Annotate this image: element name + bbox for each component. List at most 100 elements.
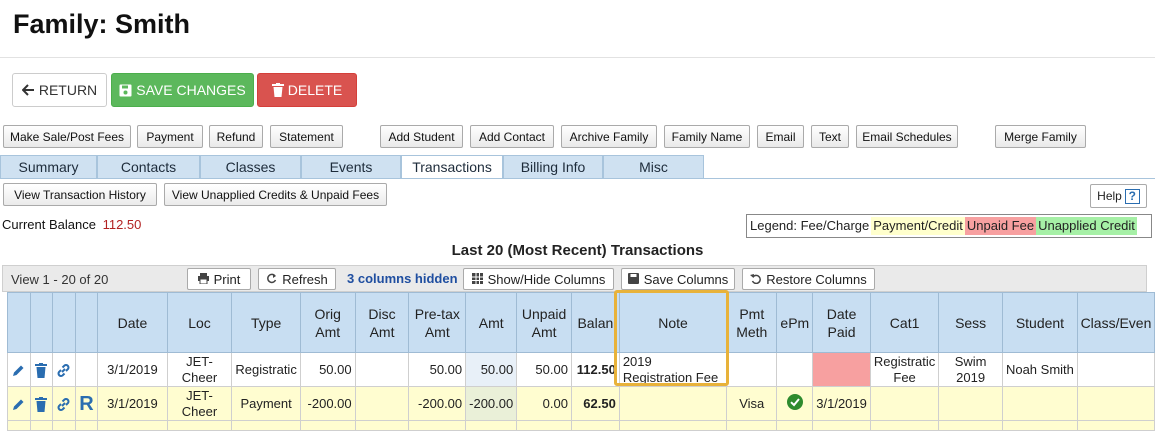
save-columns-button[interactable]: Save Columns xyxy=(621,268,735,290)
legend-unpaid: Unpaid Fee xyxy=(964,217,1037,235)
trash-icon[interactable] xyxy=(29,386,54,421)
arrow-left-icon xyxy=(21,84,35,96)
cell-epm xyxy=(776,352,814,387)
col-header-type[interactable]: Type xyxy=(231,292,301,353)
cell-loc: JET-Cheer xyxy=(166,386,233,421)
tab-misc[interactable]: Misc xyxy=(603,155,704,179)
legend: Legend: Fee/Charge Payment/Credit Unpaid… xyxy=(746,214,1152,238)
current-balance-value: 112.50 xyxy=(102,217,142,232)
col-header-class[interactable]: Class/Even xyxy=(1076,292,1155,353)
print-button[interactable]: Print xyxy=(187,268,251,290)
col-header-note[interactable]: Note xyxy=(618,292,728,353)
cell-class xyxy=(1076,352,1155,387)
undo-icon xyxy=(750,272,762,287)
cell-note xyxy=(618,386,728,421)
col-header-sess[interactable]: Sess xyxy=(938,292,1003,353)
save-changes-button[interactable]: SAVE CHANGES xyxy=(111,73,254,107)
cell-pretax-amt: 50.00 xyxy=(408,352,467,387)
family-name-button[interactable]: Family Name xyxy=(664,125,750,148)
payment-button[interactable]: Payment xyxy=(137,125,203,148)
col-header-orig-amt[interactable]: Orig Amt xyxy=(299,292,356,353)
hidden-columns-count[interactable]: 3 columns hidden xyxy=(347,271,458,286)
refund-button[interactable]: Refund xyxy=(209,125,263,148)
grid-icon xyxy=(471,272,483,287)
edit-icon[interactable] xyxy=(7,352,31,387)
cell-unpaid-amt: 0.00 xyxy=(516,386,572,421)
return-button[interactable]: RETURN xyxy=(12,73,107,107)
email-button[interactable]: Email xyxy=(757,125,804,148)
cell-date-paid xyxy=(812,352,871,387)
col-header-balance[interactable]: Balan xyxy=(570,292,620,353)
cell-student xyxy=(1001,386,1078,421)
refresh-icon xyxy=(266,272,277,287)
col-header-pmt-meth[interactable]: Pmt Meth xyxy=(726,292,778,353)
current-balance-label: Current Balance xyxy=(2,217,96,232)
tab-contacts[interactable]: Contacts xyxy=(97,155,200,179)
link-icon[interactable] xyxy=(52,352,76,387)
cell-orig-amt: 50.00 xyxy=(299,352,356,387)
cell-type: Payment xyxy=(231,386,301,421)
check-circle-icon xyxy=(786,393,803,413)
cell-disc-amt xyxy=(354,352,410,387)
cell-orig-amt: -200.00 xyxy=(299,386,356,421)
add-student-button[interactable]: Add Student xyxy=(380,125,463,148)
merge-family-button[interactable]: Merge Family xyxy=(995,125,1086,148)
show-hide-columns-label: Show/Hide Columns xyxy=(487,271,606,287)
view-transaction-history-button[interactable]: View Transaction History xyxy=(3,183,157,206)
show-hide-columns-button[interactable]: Show/Hide Columns xyxy=(463,268,614,290)
question-icon: ? xyxy=(1124,188,1140,204)
cell-disc-amt xyxy=(354,386,410,421)
view-count: View 1 - 20 of 20 xyxy=(11,272,109,287)
text-button[interactable]: Text xyxy=(811,125,849,148)
cell-note: 2019 Registration Fee xyxy=(618,352,728,387)
cell-cat1: Registratic Fee xyxy=(869,352,940,387)
col-header-pretax-amt[interactable]: Pre-tax Amt xyxy=(408,292,467,353)
col-header-cat1[interactable]: Cat1 xyxy=(869,292,940,353)
save-columns-label: Save Columns xyxy=(643,271,729,287)
cell-date-paid: 3/1/2019 xyxy=(812,386,871,421)
col-header-unpaid-amt[interactable]: Unpaid Amt xyxy=(516,292,572,353)
view-unapplied-credits-button[interactable]: View Unapplied Credits & Unpaid Fees xyxy=(164,183,387,206)
floppy-disk-icon xyxy=(119,84,132,97)
restore-columns-button[interactable]: Restore Columns xyxy=(742,268,875,290)
col-header-amt[interactable]: Amt xyxy=(465,292,518,353)
refund-flag[interactable]: R xyxy=(74,386,99,421)
statement-button[interactable]: Statement xyxy=(270,125,343,148)
email-schedules-button[interactable]: Email Schedules xyxy=(856,125,958,148)
edit-icon[interactable] xyxy=(7,386,31,421)
cell-student[interactable]: Noah Smith xyxy=(1001,352,1078,387)
cell-epm xyxy=(776,386,814,421)
link-icon[interactable] xyxy=(52,386,76,421)
delete-button[interactable]: DELETE xyxy=(257,73,357,107)
cell-date: 3/1/2019 xyxy=(97,352,168,387)
tab-summary[interactable]: Summary xyxy=(0,155,97,179)
col-header-date[interactable]: Date xyxy=(97,292,168,353)
col-flag-header xyxy=(74,292,99,353)
cell-cat1 xyxy=(869,386,940,421)
col-header-loc[interactable]: Loc xyxy=(166,292,233,353)
tab-transactions[interactable]: Transactions xyxy=(401,155,503,179)
help-button[interactable]: Help ? xyxy=(1090,184,1147,208)
col-header-epm[interactable]: ePm xyxy=(776,292,814,353)
refresh-button[interactable]: Refresh xyxy=(258,268,336,290)
floppy-disk-icon xyxy=(627,272,639,287)
tab-classes[interactable]: Classes xyxy=(200,155,301,179)
col-header-date-paid[interactable]: Date Paid xyxy=(812,292,871,353)
section-title: Last 20 (Most Recent) Transactions xyxy=(451,242,704,259)
make-sale-post-fees-button[interactable]: Make Sale/Post Fees xyxy=(3,125,131,148)
table-row[interactable]: 3/1/2019 JET-Cheer Registratic 50.00 50.… xyxy=(7,352,1155,387)
col-header-student[interactable]: Student xyxy=(1001,292,1078,353)
tab-events[interactable]: Events xyxy=(301,155,401,179)
col-header-disc-amt[interactable]: Disc Amt xyxy=(354,292,410,353)
cell-amt: -200.00 xyxy=(465,386,518,421)
cell-pmt-meth xyxy=(726,352,778,387)
grid-toolbar: View 1 - 20 of 20 Print Refresh 3 column… xyxy=(2,265,1147,292)
table-row[interactable]: R 3/1/2019 JET-Cheer Payment -200.00 -20… xyxy=(7,386,1155,421)
tab-billing-info[interactable]: Billing Info xyxy=(503,155,603,179)
archive-family-button[interactable]: Archive Family xyxy=(561,125,657,148)
cell-date: 3/1/2019 xyxy=(97,386,168,421)
add-contact-button[interactable]: Add Contact xyxy=(470,125,554,148)
trash-icon[interactable] xyxy=(29,352,54,387)
restore-columns-label: Restore Columns xyxy=(766,271,867,287)
cell-sess xyxy=(938,386,1003,421)
